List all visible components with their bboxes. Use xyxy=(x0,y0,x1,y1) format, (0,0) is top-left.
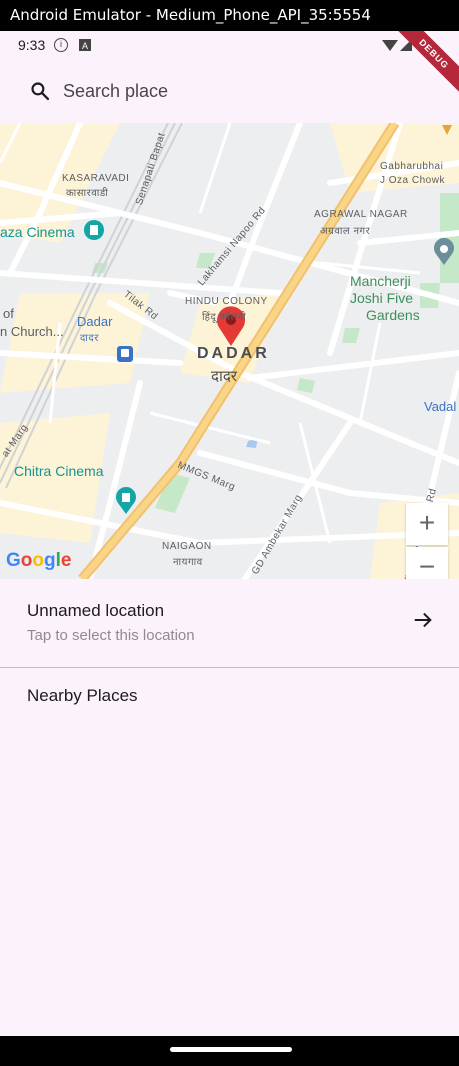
location-title: Unnamed location xyxy=(27,601,165,620)
home-gesture-handle[interactable] xyxy=(170,1047,292,1052)
map-label: HINDU COLONY xyxy=(185,296,268,307)
window-title: Android Emulator - Medium_Phone_API_35:5… xyxy=(0,0,459,31)
map-label: Chitra Cinema xyxy=(14,463,104,479)
google-logo: Google xyxy=(6,550,72,571)
phone-screen: 9:33 i A DEBUG Search place KASARAVADI क… xyxy=(0,31,459,1036)
map-label: DADAR xyxy=(197,345,270,362)
selected-location-item[interactable]: Unnamed location Tap to select this loca… xyxy=(0,579,459,667)
zoom-in-button[interactable]: + xyxy=(406,503,448,545)
arrow-right-icon[interactable] xyxy=(412,609,434,631)
train-station-icon[interactable] xyxy=(116,345,134,363)
info-icon: i xyxy=(54,38,68,52)
map-label: हिंदू कॉलनी xyxy=(202,312,247,323)
map-view[interactable]: KASARAVADI कासारवाडी Senapati Bapat Gabh… xyxy=(0,123,459,579)
map-label: कासारवाडी xyxy=(66,188,109,199)
map-label: NAIGAON xyxy=(162,541,212,552)
zoom-out-button[interactable]: − xyxy=(406,547,448,579)
map-label: of xyxy=(3,306,14,321)
map-label: दादर xyxy=(211,368,237,385)
cinema-icon[interactable] xyxy=(83,219,105,241)
map-label: Mancherji xyxy=(350,273,411,289)
wifi-icon xyxy=(382,40,398,51)
divider xyxy=(0,667,459,668)
search-bar[interactable]: Search place xyxy=(0,59,459,123)
map-label: Dadar xyxy=(77,314,113,329)
map-label: Vadal xyxy=(424,399,457,414)
map-label: n Church... xyxy=(0,324,64,339)
map-label: दादर xyxy=(80,333,99,344)
map-label: J Oza Chowk xyxy=(380,175,445,186)
navigation-bar xyxy=(0,1036,459,1066)
map-label: Joshi Five xyxy=(350,290,414,306)
search-input[interactable]: Search place xyxy=(63,81,168,102)
map-label: Gardens xyxy=(366,307,420,323)
landmark-icon[interactable] xyxy=(432,238,456,266)
nearby-places-heading: Nearby Places xyxy=(27,686,138,705)
map-label: KASARAVADI xyxy=(62,173,130,184)
map-label: अग्रवाल नगर xyxy=(320,226,371,237)
notification-icon: A xyxy=(79,39,91,51)
status-bar: 9:33 i A DEBUG xyxy=(0,31,459,100)
map-label: AGRAWAL NAGAR xyxy=(314,209,408,220)
cinema-icon[interactable] xyxy=(114,487,138,515)
map-label: aza Cinema xyxy=(0,224,75,240)
location-subtitle: Tap to select this location xyxy=(27,627,195,644)
search-icon xyxy=(31,82,50,101)
status-time: 9:33 xyxy=(18,37,46,53)
map-label: Gabharubhai xyxy=(380,161,444,172)
map-label: नायगाव xyxy=(173,557,203,568)
